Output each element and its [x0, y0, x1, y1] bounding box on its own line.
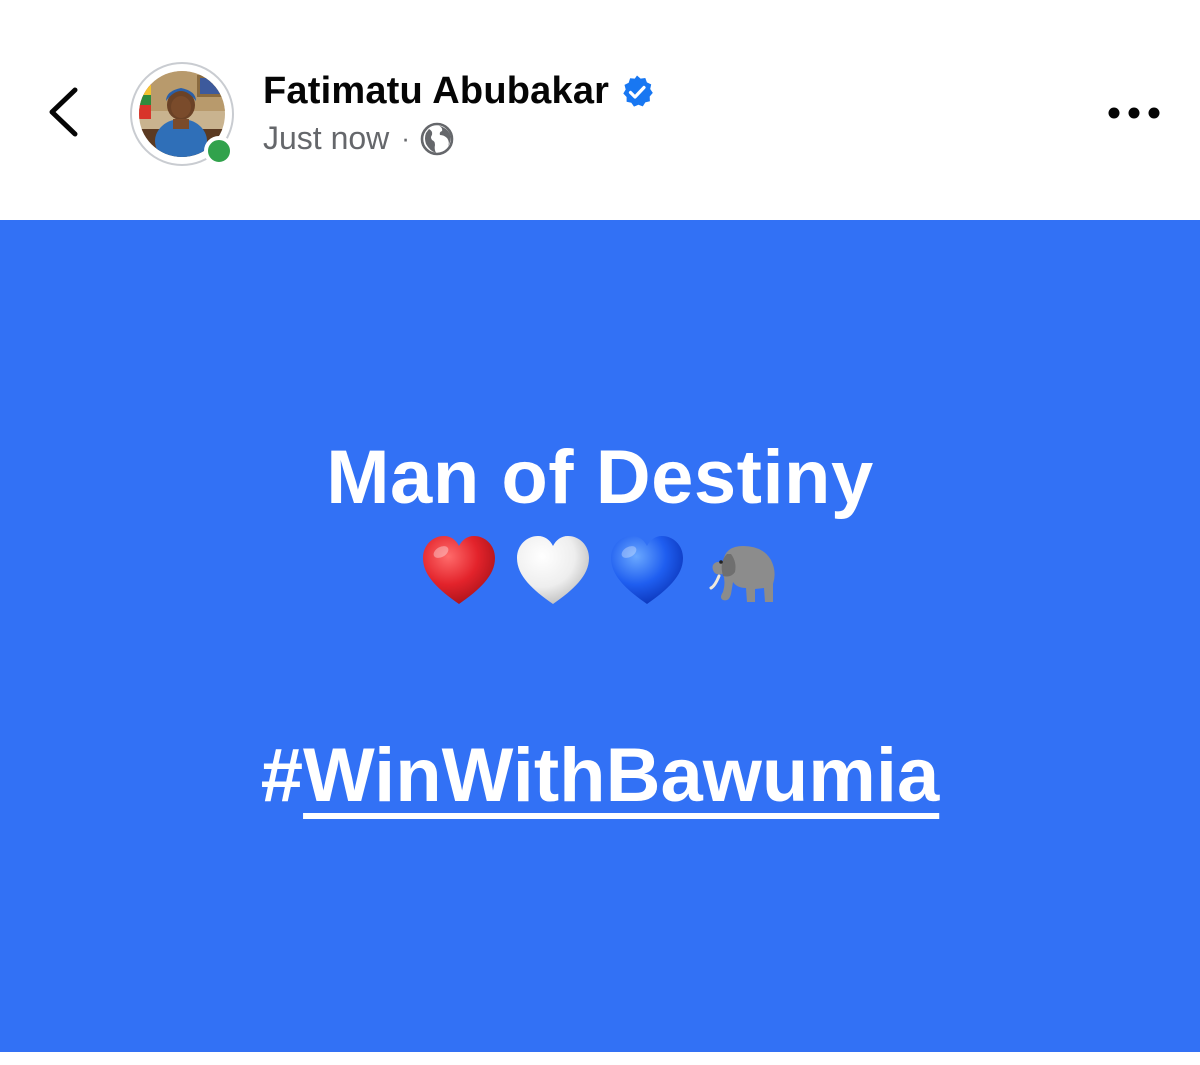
post-timestamp[interactable]: Just now — [263, 120, 389, 157]
post-background — [0, 220, 1200, 1052]
red-heart-icon — [423, 536, 495, 604]
blue-heart-icon — [611, 536, 683, 604]
post-meta: Just now · — [263, 120, 454, 157]
bottom-divider — [0, 1052, 1200, 1065]
author-name-row: Fatimatu Abubakar — [263, 70, 655, 113]
back-button[interactable] — [40, 82, 90, 142]
author-avatar[interactable] — [130, 62, 238, 170]
emoji-row — [0, 532, 1200, 612]
verified-badge-icon — [623, 75, 653, 107]
elephant-icon — [709, 546, 775, 602]
white-heart-icon — [517, 536, 589, 604]
hashtag-link[interactable]: WinWithBawumia — [303, 733, 939, 818]
globe-icon[interactable] — [420, 122, 454, 156]
hashtag-line: #WinWithBawumia — [0, 728, 1200, 824]
post-header: Fatimatu Abubakar Just now · — [0, 0, 1200, 220]
meta-separator: · — [401, 123, 410, 153]
online-status-dot — [204, 136, 234, 166]
post-title: Man of Destiny — [326, 435, 874, 520]
post-page: Fatimatu Abubakar Just now · Man of Dest… — [0, 0, 1200, 1065]
author-name[interactable]: Fatimatu Abubakar — [263, 70, 609, 113]
more-options-button[interactable] — [1104, 94, 1164, 132]
hashtag-prefix: # — [260, 733, 304, 818]
more-horizontal-icon — [1108, 107, 1160, 119]
chevron-left-icon — [49, 87, 78, 137]
